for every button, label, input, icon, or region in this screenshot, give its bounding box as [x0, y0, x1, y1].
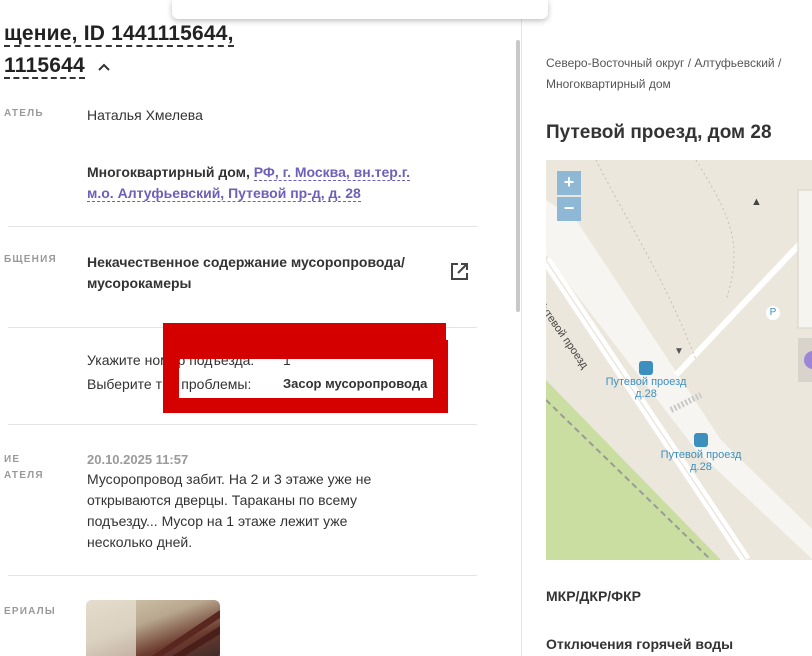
object-address: Многоквартирный дом, РФ, г. Москва, вн.т… [87, 162, 437, 204]
landmark-icon: ▲ [751, 196, 762, 208]
applicant-value: Наталья Хмелева [87, 107, 203, 123]
applicant-label: АТЕЛЬ [4, 108, 44, 119]
redaction-inner-top [163, 357, 433, 359]
bus-stop-label: Путевой проезд д.28 [660, 449, 742, 473]
stairs-photo-icon [86, 600, 220, 656]
redaction-box [163, 323, 448, 413]
external-link-icon[interactable] [450, 262, 469, 286]
map[interactable]: + − Путевой проезд Путевой проезд д.28 П… [546, 160, 812, 560]
topic-value: Некачественное содержание мусоропровода/… [87, 254, 405, 291]
bus-stop-label: Путевой проезд д.28 [605, 376, 687, 400]
attachment-thumbnail[interactable] [86, 600, 220, 656]
shop-icon: ▼ [674, 346, 684, 357]
redaction-top [163, 323, 446, 357]
bus-stop-icon[interactable] [639, 361, 653, 375]
breadcrumb: Северо-Восточный округ / Алтуфьевский / … [546, 56, 782, 91]
object-type: Многоквартирный дом, [87, 164, 250, 180]
parking-icon[interactable]: P [766, 306, 780, 320]
bus-stop-icon[interactable] [694, 433, 708, 447]
title-line-1: щение, ID 1441115644, [4, 22, 234, 47]
divider [8, 424, 477, 425]
divider [8, 226, 477, 227]
message-label: ИЕ АТЕЛЯ [4, 454, 44, 481]
zoom-in-button[interactable]: + [557, 171, 581, 195]
page-title: щение, ID 1441115644, [4, 22, 234, 47]
zoom-out-button[interactable]: − [557, 197, 581, 221]
title-line-2: 1115644 [4, 54, 85, 79]
message-text: Мусоропровод забит. На 2 и 3 этаже уже н… [87, 471, 372, 550]
materials-label: ЕРИАЛЫ [4, 606, 56, 617]
section-mkr[interactable]: МКР/ДКР/ФКР [546, 588, 641, 604]
popup-card [172, 0, 548, 19]
message-date: 20.10.2025 11:57 [87, 452, 189, 467]
page-title-id[interactable]: 1115644 [4, 54, 111, 79]
redaction-bottom [163, 398, 448, 413]
appeal-details-panel: щение, ID 1441115644, 1115644 АТЕЛЬ Ната… [0, 0, 520, 656]
topic-label: БЩЕНИЯ [4, 254, 57, 265]
section-hot-water[interactable]: Отключения горячей воды [546, 636, 733, 652]
scrollbar[interactable] [516, 40, 520, 312]
location-panel: Северо-Восточный округ / Алтуфьевский / … [521, 0, 812, 656]
address-title: Путевой проезд, дом 28 [546, 122, 772, 143]
divider [8, 575, 477, 576]
chevron-up-icon[interactable] [97, 54, 111, 78]
